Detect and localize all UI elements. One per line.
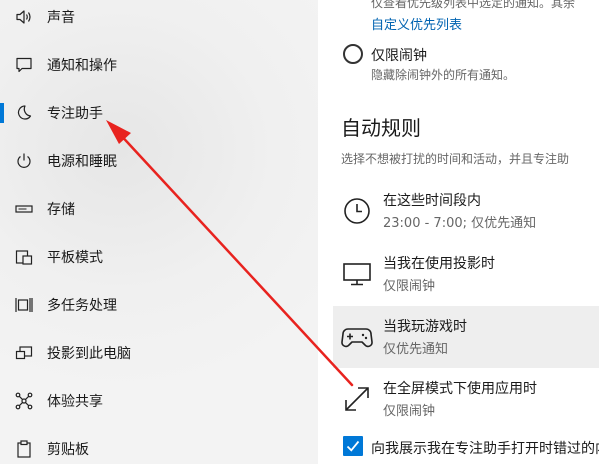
clipboard-icon xyxy=(14,439,34,459)
focus-assist-content: 仅查看优先级列表中选定的通知。其余 自定义优先列表 仅限闹钟 隐藏除闹钟外的所有… xyxy=(333,0,599,464)
active-indicator xyxy=(0,103,4,123)
checkmark-icon xyxy=(346,440,360,452)
sidebar-item-sound[interactable]: 声音 xyxy=(0,0,318,37)
sidebar-item-label: 投影到此电脑 xyxy=(47,346,131,362)
automatic-rules-description: 选择不想被打扰的时间和活动，并且专注助 xyxy=(341,152,570,166)
sidebar-item-multitasking[interactable]: 多任务处理 xyxy=(0,285,318,325)
rule-title: 在全屏模式下使用应用时 xyxy=(383,381,537,397)
alarms-only-radio[interactable] xyxy=(343,44,363,64)
show-summary-checkbox[interactable] xyxy=(343,436,363,456)
rule-playing-game[interactable]: 当我玩游戏时 仅优先通知 xyxy=(333,306,599,368)
moon-icon xyxy=(14,103,34,123)
sidebar-item-label: 体验共享 xyxy=(47,394,103,410)
sidebar-item-clipboard[interactable]: 剪贴板 xyxy=(0,429,318,464)
clock-icon xyxy=(341,195,373,227)
gamepad-icon xyxy=(341,321,373,353)
rule-title: 在这些时间段内 xyxy=(383,193,481,209)
sidebar-item-label: 平板模式 xyxy=(47,250,103,266)
sidebar-item-label: 存储 xyxy=(47,202,75,218)
sidebar-item-notifications[interactable]: 通知和操作 xyxy=(0,45,318,85)
multitask-icon xyxy=(14,295,34,315)
sidebar-item-storage[interactable]: 存储 xyxy=(0,189,318,229)
automatic-rules-heading: 自动规则 xyxy=(341,116,421,140)
pane-gap xyxy=(318,0,333,464)
sidebar-item-label: 通知和操作 xyxy=(47,58,117,74)
project-icon xyxy=(14,343,34,363)
power-icon xyxy=(14,151,34,171)
rule-title: 当我在使用投影时 xyxy=(383,256,495,272)
sidebar-item-shared-experiences[interactable]: 体验共享 xyxy=(0,381,318,421)
sidebar-item-project-to-pc[interactable]: 投影到此电脑 xyxy=(0,333,318,373)
share-icon xyxy=(14,391,34,411)
monitor-icon xyxy=(341,258,373,290)
priority-only-description: 仅查看优先级列表中选定的通知。其余 xyxy=(371,0,576,10)
alarms-only-description: 隐藏除闹钟外的所有通知。 xyxy=(371,68,516,82)
notification-icon xyxy=(14,55,34,75)
show-summary-label[interactable]: 向我展示我在专注助手打开时错过的内容 xyxy=(371,438,599,458)
sidebar-item-label: 声音 xyxy=(47,10,75,26)
rule-status: 仅限闹钟 xyxy=(383,279,436,294)
sidebar-item-power-sleep[interactable]: 电源和睡眠 xyxy=(0,141,318,181)
rule-status: 仅限闹钟 xyxy=(383,404,436,419)
fullscreen-icon xyxy=(341,383,373,415)
sidebar-item-focus-assist[interactable]: 专注助手 xyxy=(0,93,318,133)
sidebar-item-label: 剪贴板 xyxy=(47,442,89,458)
tablet-icon xyxy=(14,247,34,267)
rule-during-these-times[interactable]: 在这些时间段内 23:00 - 7:00; 仅优先通知 xyxy=(333,180,599,242)
alarms-only-label[interactable]: 仅限闹钟 xyxy=(371,45,427,65)
custom-priority-list-link[interactable]: 自定义优先列表 xyxy=(371,14,462,33)
speaker-icon xyxy=(14,7,34,27)
sidebar-item-label: 专注助手 xyxy=(47,106,103,122)
rule-status: 23:00 - 7:00; 仅优先通知 xyxy=(383,216,537,231)
sidebar-item-label: 多任务处理 xyxy=(47,298,117,314)
settings-sidebar: 声音 通知和操作 专注助手 电源和睡眠 存储 平板模式 多任务处理 投影到此电脑… xyxy=(0,0,318,464)
sidebar-item-label: 电源和睡眠 xyxy=(47,154,117,170)
sidebar-item-tablet-mode[interactable]: 平板模式 xyxy=(0,237,318,277)
rule-duplicating-display[interactable]: 当我在使用投影时 仅限闹钟 xyxy=(333,243,599,305)
rule-fullscreen-app[interactable]: 在全屏模式下使用应用时 仅限闹钟 xyxy=(333,368,599,430)
storage-icon xyxy=(14,199,34,219)
rule-status: 仅优先通知 xyxy=(383,342,449,357)
rule-title: 当我玩游戏时 xyxy=(383,319,467,335)
